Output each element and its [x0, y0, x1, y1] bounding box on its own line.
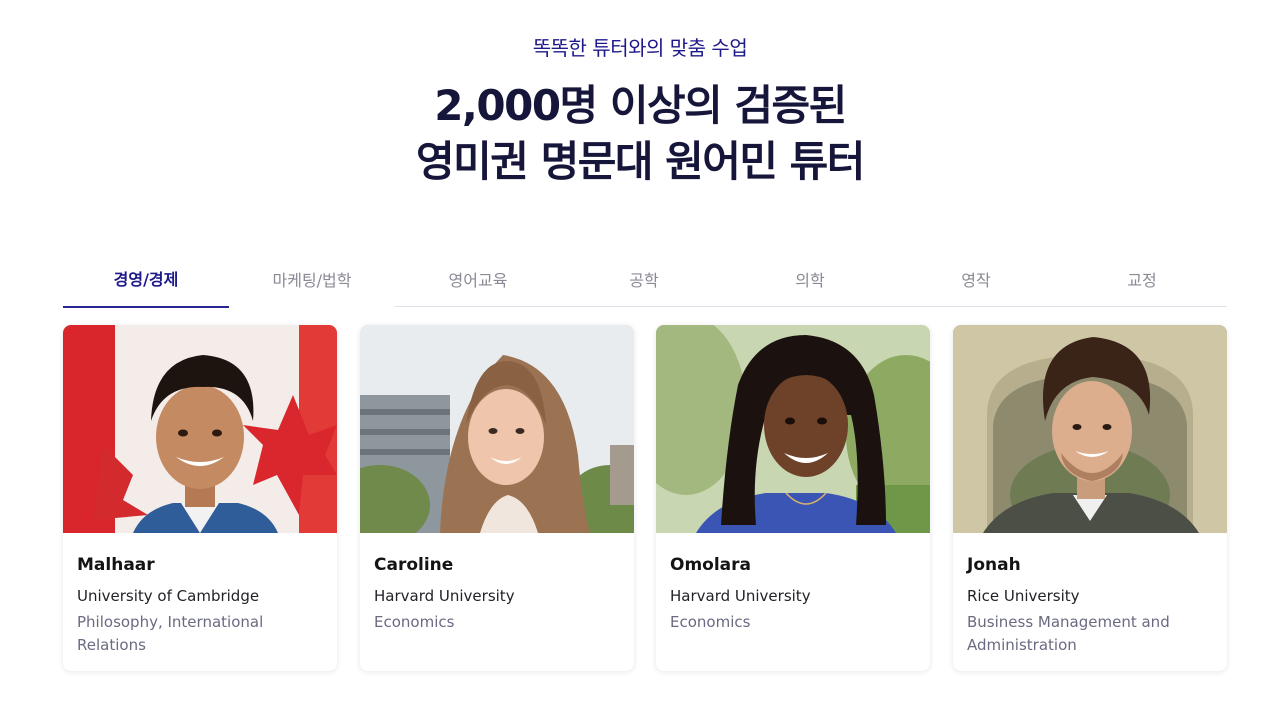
- headline-line-1: 2,000명 이상의 검증된: [434, 81, 847, 130]
- tutor-name: Omolara: [670, 555, 751, 575]
- tutor-university: Harvard University: [670, 587, 811, 605]
- tutor-card[interactable]: Caroline Harvard University Economics: [360, 325, 634, 671]
- tabs-divider: [395, 306, 1227, 307]
- tab-marketing-law[interactable]: 마케팅/법학: [229, 250, 395, 308]
- category-tabs: 경영/경제 마케팅/법학 영어교육 공학 의학 영작 교정: [63, 250, 1227, 308]
- tutor-photo: [360, 325, 634, 533]
- tab-engineering[interactable]: 공학: [561, 250, 727, 308]
- tutor-card[interactable]: Jonah Rice University Business Managemen…: [953, 325, 1227, 671]
- tutor-name: Caroline: [374, 555, 454, 575]
- tutor-major: Economics: [670, 613, 751, 631]
- tutor-university: University of Cambridge: [77, 587, 260, 605]
- tutor-university: Harvard University: [374, 587, 515, 605]
- headline-line-2: 영미권 명문대 원어민 튜터: [416, 137, 865, 186]
- tutor-photo: [63, 325, 337, 533]
- section-headline: 2,000명 이상의 검증된 영미권 명문대 원어민 튜터: [0, 78, 1280, 190]
- tab-medicine[interactable]: 의학: [727, 250, 893, 308]
- tab-english-writing[interactable]: 영작: [893, 250, 1059, 308]
- tutor-name: Malhaar: [77, 555, 155, 575]
- tab-english-education[interactable]: 영어교육: [395, 250, 561, 308]
- tutor-university: Rice University: [967, 587, 1080, 605]
- tutor-major: Philosophy, International Relations: [77, 613, 264, 654]
- tutor-photo: [953, 325, 1227, 533]
- tutor-major: Business Management and Administration: [967, 613, 1170, 654]
- tutor-major: Economics: [374, 613, 455, 631]
- tutor-name: Jonah: [967, 555, 1021, 575]
- tutor-photo: [656, 325, 930, 533]
- tab-business-economics[interactable]: 경영/경제: [63, 250, 229, 308]
- tutor-card[interactable]: Malhaar University of Cambridge Philosop…: [63, 325, 337, 671]
- tutor-card[interactable]: Omolara Harvard University Economics: [656, 325, 930, 671]
- tab-proofreading[interactable]: 교정: [1059, 250, 1225, 308]
- section-eyebrow: 똑똑한 튜터와의 맞춤 수업: [532, 36, 748, 60]
